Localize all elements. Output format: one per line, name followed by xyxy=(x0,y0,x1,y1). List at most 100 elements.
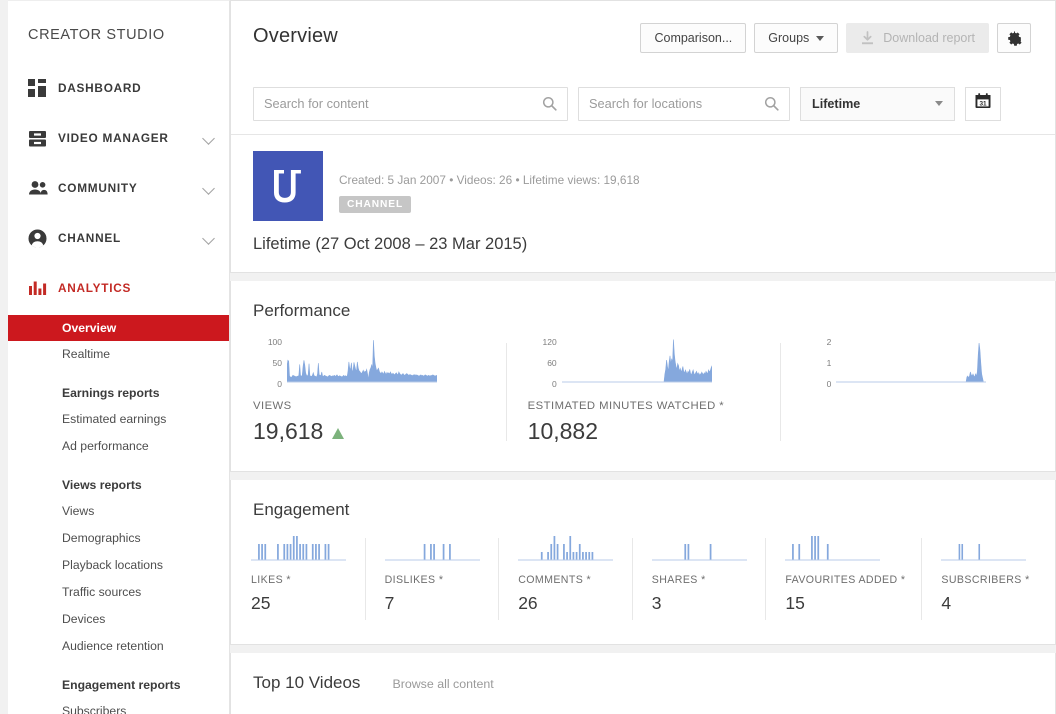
metric-value-row: 19,618 xyxy=(253,412,484,445)
subnav-heading-earnings-reports: Earnings reports xyxy=(62,386,160,400)
axis-tick: 120 xyxy=(542,337,557,347)
metric-label: LIKES * xyxy=(251,574,291,586)
channel-meta: Created: 5 Jan 2007 • Videos: 26 • Lifet… xyxy=(323,151,640,221)
performance-card: Performance 100 50 0 VIEWS 19,618 120 60… xyxy=(230,281,1056,472)
metric-dislikes: DISLIKES * 7 xyxy=(364,534,499,620)
metric-value: 3 xyxy=(651,593,662,613)
channel-top: Created: 5 Jan 2007 • Videos: 26 • Lifet… xyxy=(253,151,1033,221)
metric-label: DISLIKES * xyxy=(384,574,444,586)
creator-studio-analytics-page: CREATOR STUDIO DASHBOARD VIDEO MANAGER C… xyxy=(0,0,1056,714)
content-search-box[interactable] xyxy=(253,86,568,121)
sidebar-label: ANALYTICS xyxy=(58,281,132,295)
metric-subscribers: SUBSCRIBERS * 4 xyxy=(921,534,1055,620)
third-sparkline-wrap: 2 1 0 xyxy=(802,333,1033,388)
date-range-value: Lifetime xyxy=(812,96,861,111)
sidebar-item-dashboard[interactable]: DASHBOARD xyxy=(8,63,229,113)
page-title: Overview xyxy=(253,25,338,47)
emw-value: 10,882 xyxy=(527,418,599,444)
sidebar-item-community[interactable]: COMMUNITY xyxy=(8,163,229,213)
dislikes-sparkline-chart xyxy=(384,544,480,561)
sidebar-item-ad-performance[interactable]: Ad performance xyxy=(8,433,229,460)
settings-button[interactable] xyxy=(997,23,1031,53)
download-report-button[interactable]: Download report xyxy=(846,23,989,53)
videos-text: Videos: 26 xyxy=(456,173,513,187)
metric-value: 15 xyxy=(785,593,805,613)
gear-icon xyxy=(1006,30,1023,47)
chevron-down-icon[interactable] xyxy=(203,132,215,144)
sidebar-item-traffic-sources[interactable]: Traffic sources xyxy=(8,579,229,606)
axis-tick: 2 xyxy=(826,337,832,347)
dashboard-icon xyxy=(28,78,58,98)
header-actions: Comparison... Groups Download report xyxy=(640,23,1031,53)
avatar xyxy=(253,151,323,221)
lifetime-views-text: Lifetime views: 19,618 xyxy=(522,173,640,187)
subnav-gap xyxy=(8,460,229,468)
axis-tick: 0 xyxy=(551,379,557,389)
sidebar-item-views[interactable]: Views xyxy=(8,498,229,525)
sidebar-item-demographics[interactable]: Demographics xyxy=(8,525,229,552)
browse-all-content-link[interactable]: Browse all content xyxy=(392,677,493,691)
metric-views: 100 50 0 VIEWS 19,618 xyxy=(231,333,506,445)
date-range-select[interactable]: Lifetime xyxy=(800,86,955,121)
sidebar-label: DASHBOARD xyxy=(58,81,142,95)
top-videos-card: Top 10 Videos Browse all content Video V… xyxy=(230,653,1056,714)
search-icon[interactable] xyxy=(764,96,779,111)
separator-dot: • xyxy=(449,173,454,187)
date-range-title: Lifetime (27 Oct 2008 – 23 Mar 2015) xyxy=(253,235,528,253)
sidebar-item-playback-locations[interactable]: Playback locations xyxy=(8,552,229,579)
comparison-button[interactable]: Comparison... xyxy=(640,23,747,53)
analytics-icon xyxy=(28,279,58,298)
sidebar-label: COMMUNITY xyxy=(58,181,138,195)
comments-sparkline-chart xyxy=(518,536,614,561)
chevron-down-icon[interactable] xyxy=(203,182,215,194)
sidebar-item-analytics[interactable]: ANALYTICS xyxy=(8,263,229,313)
channel-stats-line: Created: 5 Jan 2007 • Videos: 26 • Lifet… xyxy=(339,173,640,187)
sidebar-item-audience-retention[interactable]: Audience retention xyxy=(8,633,229,660)
metric-value-row: 10,882 xyxy=(528,412,759,445)
metric-label: FAVOURITES ADDED * xyxy=(785,574,906,586)
sidebar-label: VIDEO MANAGER xyxy=(58,131,169,145)
groups-label: Groups xyxy=(768,31,810,45)
subnav-heading-engagement-reports: Engagement reports xyxy=(62,678,181,692)
metric-label: COMMENTS * xyxy=(518,574,592,586)
views-sparkline-wrap: 100 50 0 xyxy=(253,333,484,388)
separator-dot: • xyxy=(515,173,520,187)
location-search-box[interactable] xyxy=(578,86,790,121)
metric-likes: LIKES * 25 xyxy=(231,534,365,614)
sidebar-item-realtime[interactable]: Realtime xyxy=(8,341,229,368)
comparison-label: Comparison... xyxy=(654,31,733,45)
sidebar-item-estimated-earnings[interactable]: Estimated earnings xyxy=(8,406,229,433)
chevron-down-icon xyxy=(935,101,943,106)
download-report-label: Download report xyxy=(883,31,975,45)
sidebar-item-video-manager[interactable]: VIDEO MANAGER xyxy=(8,113,229,163)
status-badge: CHANNEL xyxy=(339,196,412,213)
emw-y-axis: 120 60 0 xyxy=(528,333,562,389)
metric-estimated-minutes-watched: 120 60 0 ESTIMATED MINUTES WATCHED * 10,… xyxy=(505,333,781,445)
top-videos-header: Top 10 Videos Browse all content xyxy=(231,653,1055,693)
search-input[interactable] xyxy=(264,96,542,111)
axis-tick: 60 xyxy=(547,358,557,368)
trend-up-icon xyxy=(332,428,345,439)
sidebar-item-channel[interactable]: CHANNEL xyxy=(8,213,229,263)
subnav-gap xyxy=(8,368,229,376)
metric-value: 26 xyxy=(518,593,538,613)
location-search-input[interactable] xyxy=(589,96,764,111)
groups-button[interactable]: Groups xyxy=(754,23,839,53)
metric-value: 4 xyxy=(941,593,952,613)
metric-label: ESTIMATED MINUTES WATCHED * xyxy=(527,400,725,412)
sidebar-item-devices[interactable]: Devices xyxy=(8,606,229,633)
engagement-metrics: LIKES * 25 DISLIKES * 7 COMMENTS * 26 SH… xyxy=(231,520,1055,644)
metric-label: SUBSCRIBERS * xyxy=(941,574,1030,586)
chevron-down-icon xyxy=(816,35,825,41)
sidebar-item-overview[interactable]: Overview xyxy=(8,315,229,341)
search-icon[interactable] xyxy=(542,96,557,111)
calendar-icon: 31 xyxy=(974,92,992,115)
metric-value: 25 xyxy=(251,593,271,613)
chevron-down-icon[interactable] xyxy=(203,232,215,244)
metric-label: SHARES * xyxy=(651,574,706,586)
analytics-subnav: Overview Realtime Earnings reports Estim… xyxy=(8,313,229,714)
calendar-button[interactable]: 31 xyxy=(965,86,1001,121)
third-sparkline-chart xyxy=(836,342,987,383)
metric-third: 2 1 0 xyxy=(780,333,1055,445)
sidebar-item-subscribers[interactable]: Subscribers xyxy=(8,698,229,714)
